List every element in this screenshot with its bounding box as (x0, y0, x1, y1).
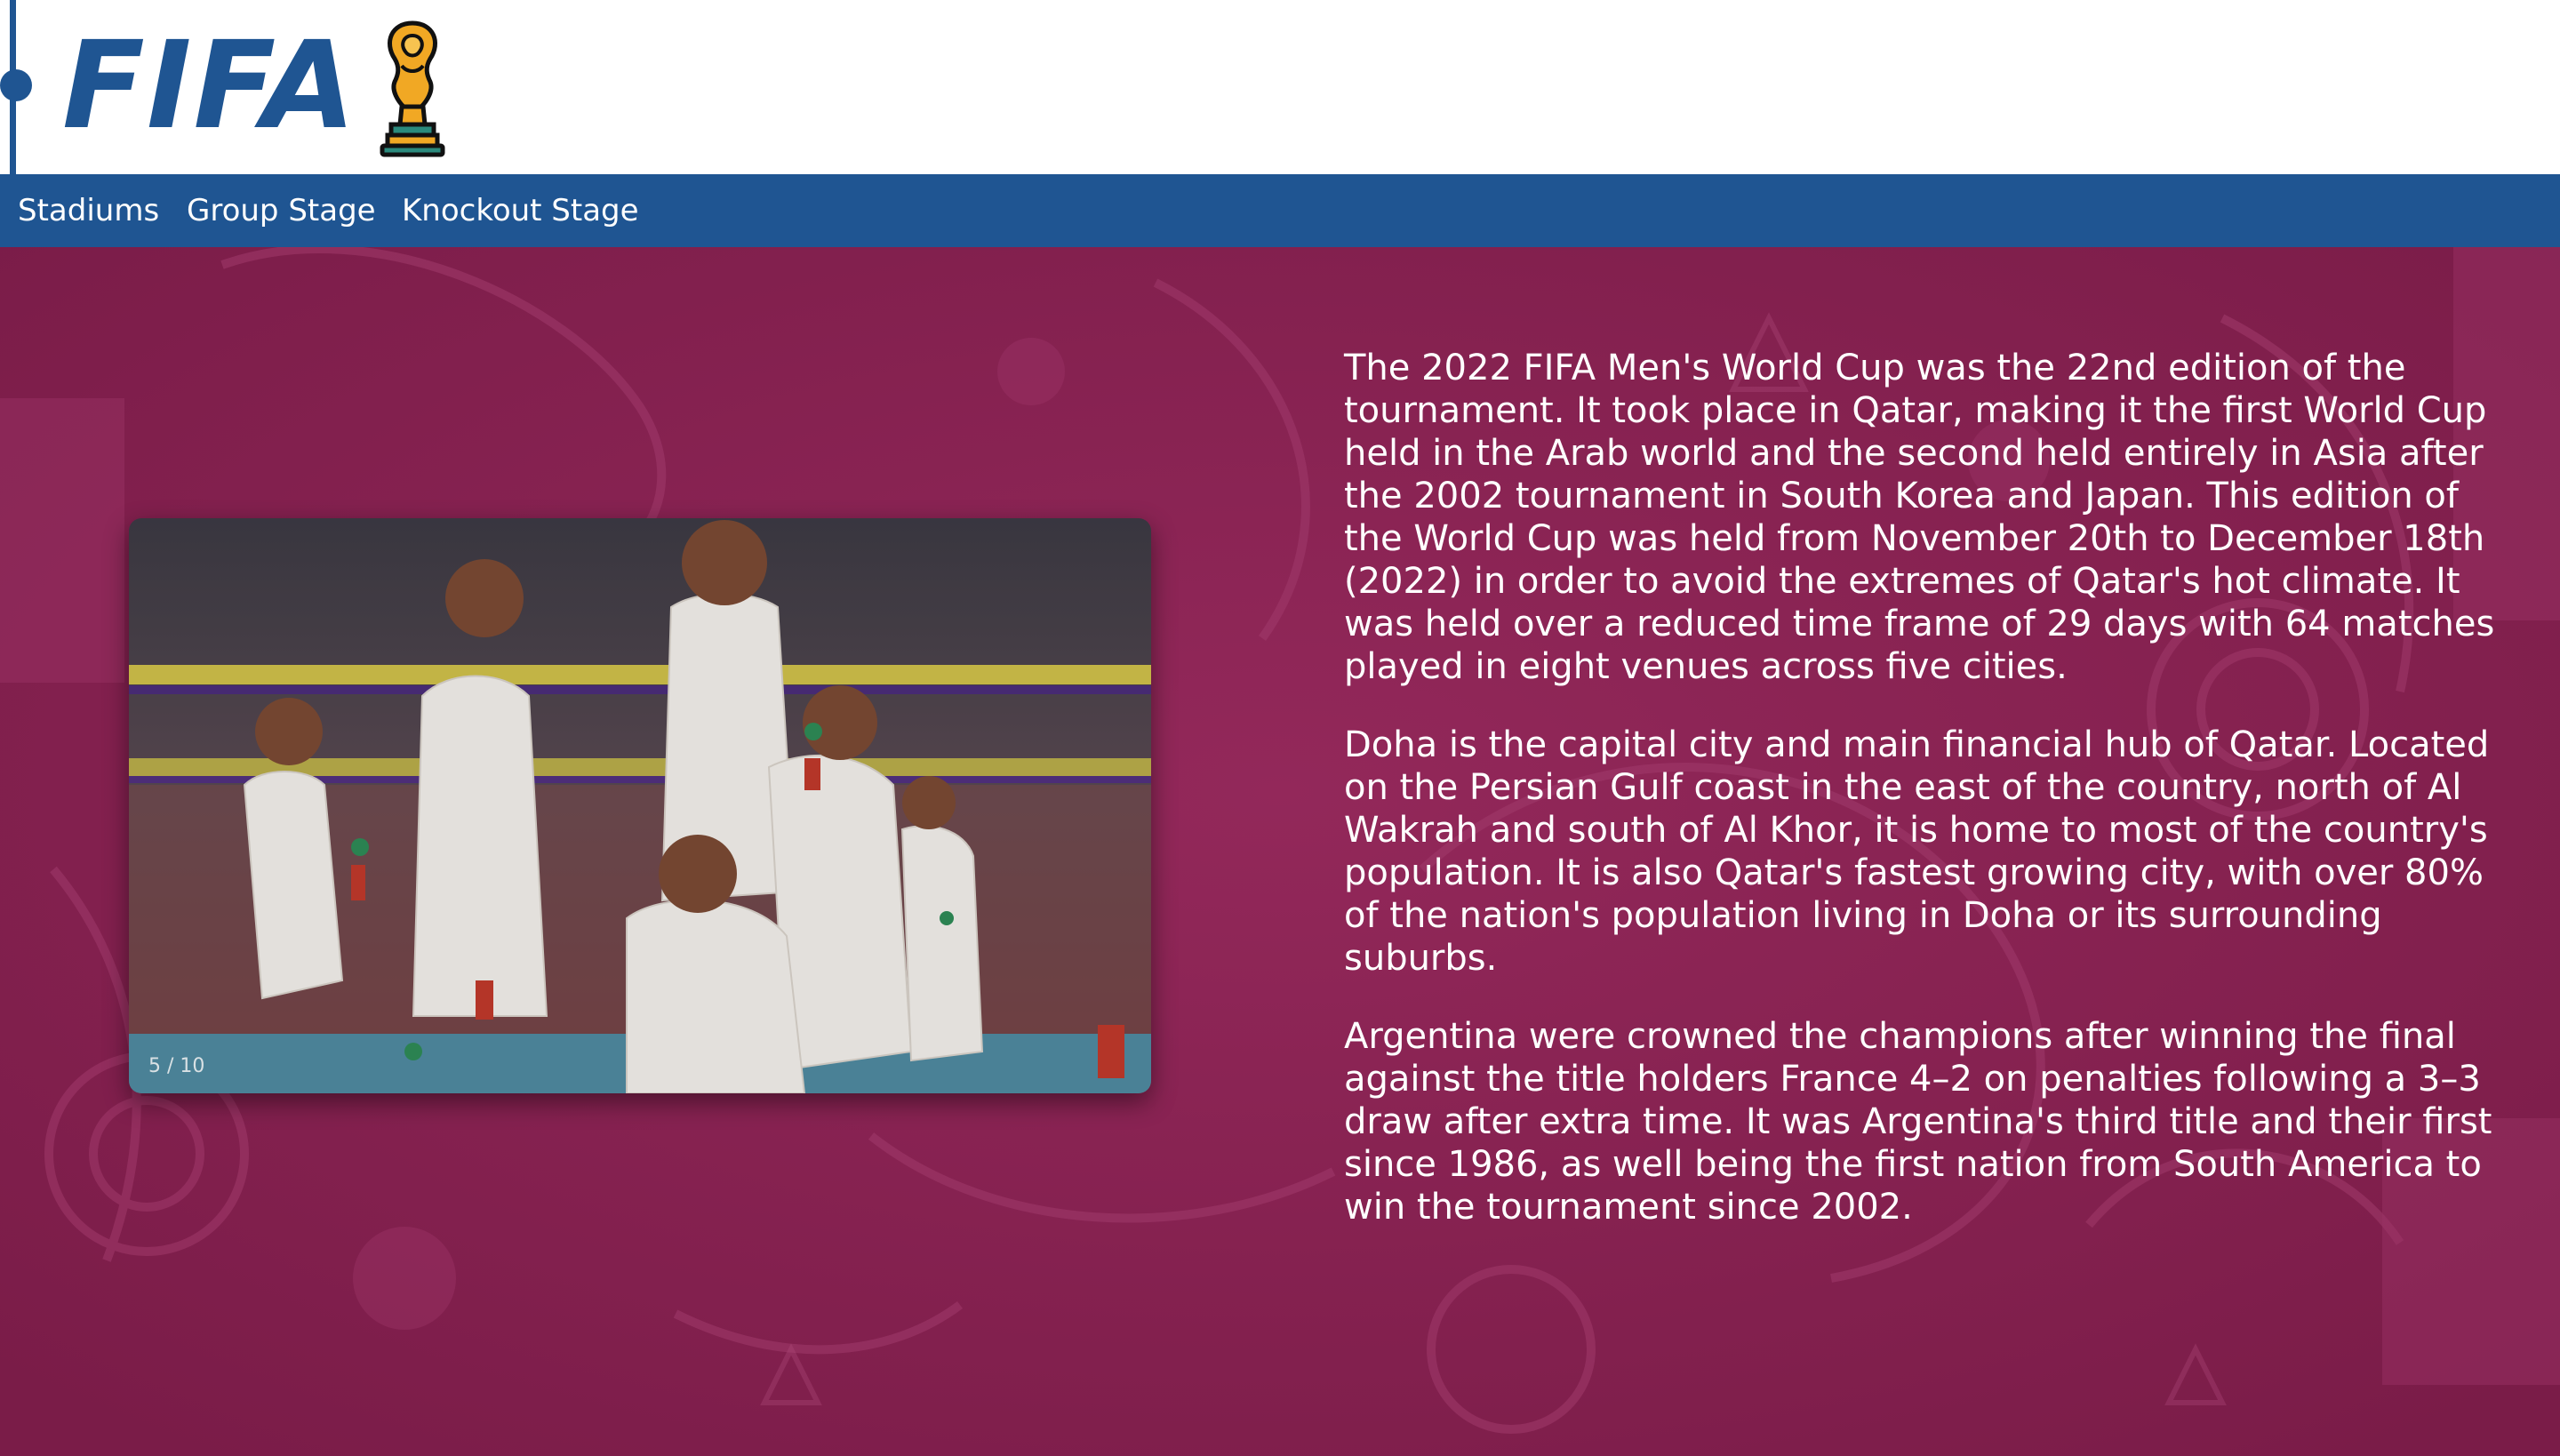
paragraph-doha: Doha is the capital city and main financ… (1344, 724, 2490, 979)
site-header: FIFA (0, 0, 2560, 174)
world-cup-trophy-icon (380, 20, 445, 157)
header-dot (0, 69, 32, 101)
paragraph-champions: Argentina were crowned the champions aft… (1344, 1016, 2492, 1228)
fifa-logo[interactable]: FIFA (62, 20, 357, 153)
paragraph-overview: The 2022 FIFA Men's World Cup was the 22… (1344, 348, 2495, 687)
photo-slideshow[interactable]: 5 / 10 (129, 518, 1151, 1093)
slide-counter: 5 / 10 (148, 1055, 205, 1077)
nav-item-stadiums[interactable]: Stadiums (18, 174, 159, 247)
main-content: 5 / 10 The 2022 FIFA Men's World Cup was… (0, 247, 2560, 1456)
main-nav: Stadiums Group Stage Knockout Stage (0, 174, 2560, 247)
nav-item-knockout-stage[interactable]: Knockout Stage (402, 174, 639, 247)
morocco-players-celebration-photo (129, 518, 1151, 1093)
nav-item-group-stage[interactable]: Group Stage (187, 174, 376, 247)
world-cup-description: The 2022 FIFA Men's World Cup was the 22… (1344, 347, 2500, 1264)
